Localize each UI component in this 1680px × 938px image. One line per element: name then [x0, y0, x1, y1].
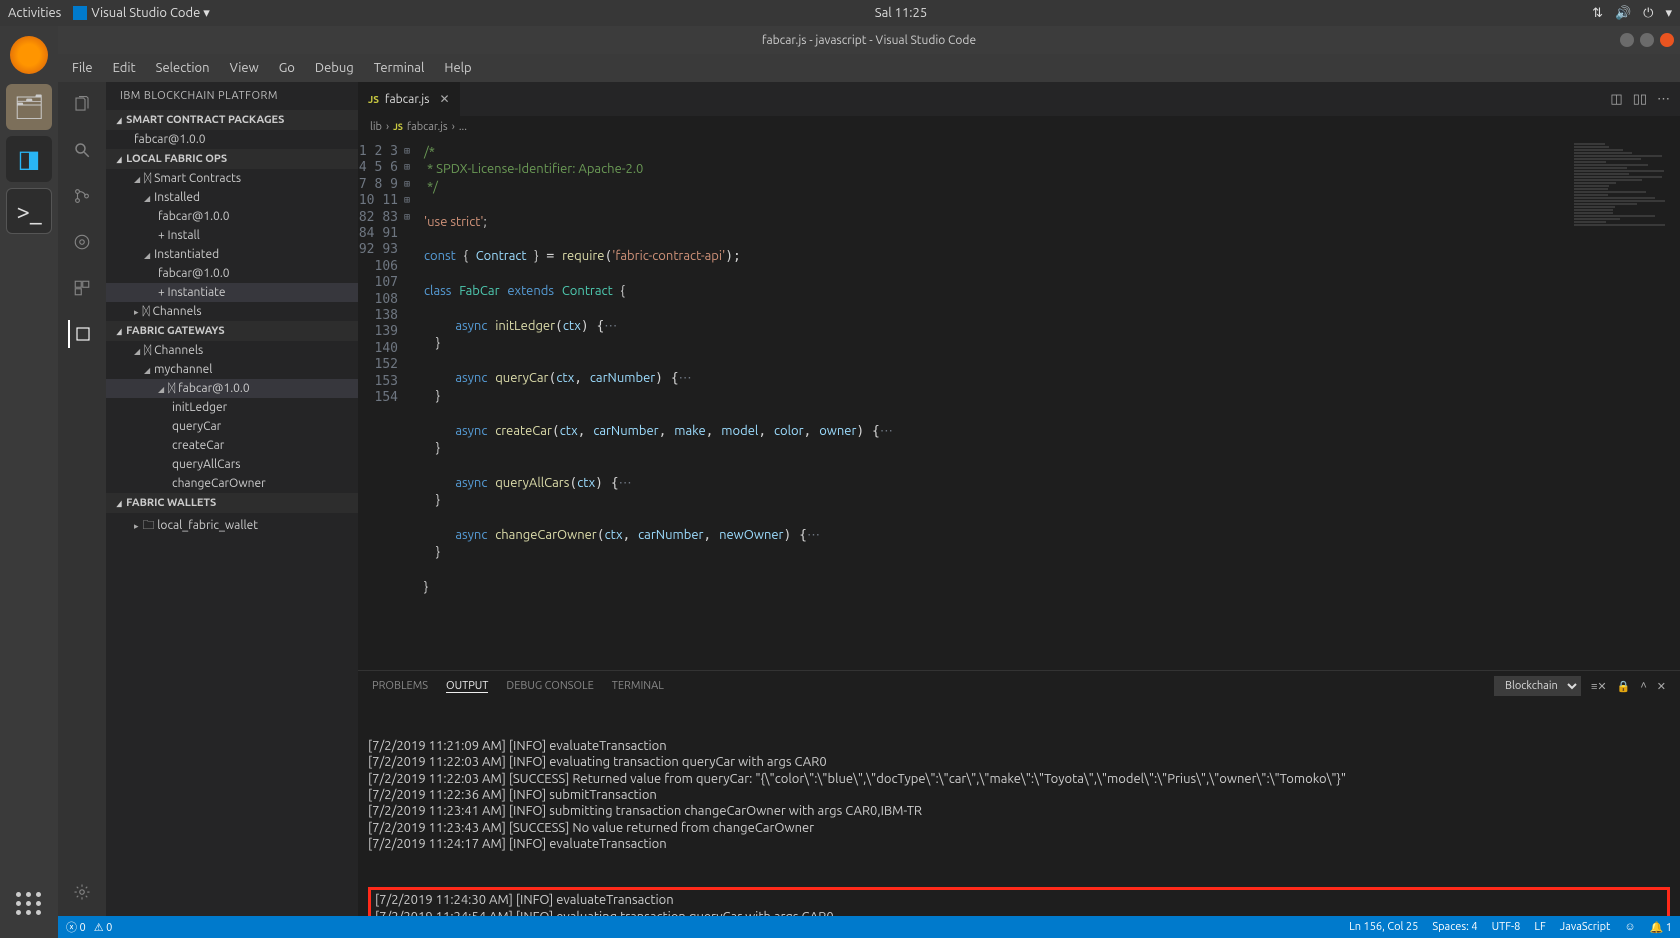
menu-file[interactable]: File [64, 58, 101, 78]
fn-changecarowner[interactable]: changeCarOwner [106, 474, 358, 493]
activities-button[interactable]: Activities [8, 6, 61, 20]
fn-queryallcars[interactable]: queryAllCars [106, 455, 358, 474]
output-content[interactable]: [7/2/2019 11:21:09 AM] [INFO] evaluateTr… [358, 701, 1680, 916]
fn-createcar[interactable]: createCar [106, 436, 358, 455]
tree-instantiated[interactable]: Instantiated [106, 245, 358, 264]
status-cursor[interactable]: Ln 156, Col 25 [1349, 921, 1418, 933]
app-grid-icon[interactable] [6, 880, 52, 926]
lock-scroll-icon[interactable]: 🔒 [1617, 680, 1631, 693]
system-clock[interactable]: Sal 11:25 [210, 6, 1592, 20]
tree-installed[interactable]: Installed [106, 188, 358, 207]
code-editor[interactable]: 1 2 3 4 5 6 7 8 9 10 11 82 83 84 91 92 9… [358, 138, 1680, 670]
tree-channels-gateway[interactable]: ᛞ Channels [106, 341, 358, 360]
ubuntu-launcher: 🗂 ◨ >_ [0, 26, 58, 938]
panel-maximize-icon[interactable]: ˄ [1640, 680, 1646, 692]
instantiate-action[interactable]: + Instantiate [106, 283, 358, 302]
output-channel-select[interactable]: Blockchain [1494, 676, 1581, 696]
tab-fabcar[interactable]: JS fabcar.js ✕ [358, 82, 461, 116]
tree-mychannel[interactable]: mychannel [106, 360, 358, 379]
vscode-titlebar: fabcar.js - javascript - Visual Studio C… [58, 26, 1680, 54]
system-top-bar: Activities Visual Studio Code ▾ Sal 11:2… [0, 0, 1680, 26]
ibm-blockchain-icon[interactable] [68, 320, 96, 348]
wallet-item[interactable]: 🗀 local_fabric_wallet [106, 513, 358, 540]
status-encoding[interactable]: UTF-8 [1492, 921, 1521, 933]
settings-gear-icon[interactable] [68, 878, 96, 906]
more-actions-icon[interactable]: ⋯ [1657, 92, 1670, 107]
extensions-icon[interactable] [68, 274, 96, 302]
status-spaces[interactable]: Spaces: 4 [1432, 921, 1477, 933]
installed-item[interactable]: fabcar@1.0.0 [106, 207, 358, 226]
menu-go[interactable]: Go [271, 58, 303, 78]
sidebar: IBM BLOCKCHAIN PLATFORM SMART CONTRACT P… [106, 82, 358, 916]
clear-output-icon[interactable]: ≡✕ [1591, 680, 1607, 693]
panel-tab-terminal[interactable]: TERMINAL [612, 680, 664, 692]
search-icon[interactable] [68, 136, 96, 164]
panel-tab-debug-console[interactable]: DEBUG CONSOLE [506, 680, 593, 692]
files-icon[interactable]: 🗂 [6, 84, 52, 130]
install-action[interactable]: + Install [106, 226, 358, 245]
breadcrumb[interactable]: lib › JS fabcar.js › ... [358, 116, 1680, 138]
layout-icon[interactable]: ▯▯ [1633, 92, 1647, 107]
js-file-icon: JS [368, 94, 379, 105]
highlighted-output: [7/2/2019 11:24:30 AM] [INFO] evaluateTr… [368, 887, 1670, 916]
window-maximize-button[interactable] [1640, 33, 1654, 47]
section-local-fabric-ops[interactable]: LOCAL FABRIC OPS [106, 149, 358, 169]
system-menu-chevron[interactable]: ▾ [1665, 6, 1672, 21]
fn-querycar[interactable]: queryCar [106, 417, 358, 436]
tree-channels-local[interactable]: ᛞ Channels [106, 302, 358, 321]
bottom-panel: PROBLEMS OUTPUT DEBUG CONSOLE TERMINAL B… [358, 670, 1680, 916]
activity-bar [58, 82, 106, 916]
fn-initledger[interactable]: initLedger [106, 398, 358, 417]
menu-help[interactable]: Help [436, 58, 479, 78]
menu-view[interactable]: View [222, 58, 267, 78]
power-icon[interactable]: ⏻ [1643, 6, 1653, 21]
section-fabric-gateways[interactable]: FABRIC GATEWAYS [106, 321, 358, 341]
menu-selection[interactable]: Selection [148, 58, 218, 78]
explorer-icon[interactable] [68, 90, 96, 118]
editor-tabs: JS fabcar.js ✕ ◫ ▯▯ ⋯ [358, 82, 1680, 116]
terminal-icon[interactable]: >_ [6, 188, 52, 234]
panel-tab-output[interactable]: OUTPUT [446, 680, 488, 693]
tab-close-icon[interactable]: ✕ [439, 92, 449, 106]
debug-icon[interactable] [68, 228, 96, 256]
status-eol[interactable]: LF [1534, 921, 1545, 933]
panel-close-icon[interactable]: ✕ [1657, 680, 1666, 693]
status-bar: ⓧ 0 ⚠ 0 Ln 156, Col 25 Spaces: 4 UTF-8 L… [58, 916, 1680, 938]
window-title: fabcar.js - javascript - Visual Studio C… [762, 34, 976, 47]
instantiated-item[interactable]: fabcar@1.0.0 [106, 264, 358, 283]
status-language[interactable]: JavaScript [1560, 921, 1611, 933]
menu-edit[interactable]: Edit [105, 58, 144, 78]
vscode-menubar: FileEditSelectionViewGoDebugTerminalHelp [58, 54, 1680, 82]
volume-icon[interactable]: 🔊 [1615, 6, 1631, 21]
package-item[interactable]: fabcar@1.0.0 [106, 130, 358, 149]
window-close-button[interactable] [1660, 33, 1674, 47]
status-feedback-icon[interactable]: ☺ [1624, 921, 1635, 933]
source-control-icon[interactable] [68, 182, 96, 210]
firefox-icon[interactable] [6, 32, 52, 78]
tree-fabcar[interactable]: ᛞ fabcar@1.0.0 [106, 379, 358, 398]
vscode-window: fabcar.js - javascript - Visual Studio C… [58, 26, 1680, 938]
menu-debug[interactable]: Debug [307, 58, 362, 78]
window-minimize-button[interactable] [1620, 33, 1634, 47]
status-warnings[interactable]: ⚠ 0 [94, 921, 113, 934]
editor-area: JS fabcar.js ✕ ◫ ▯▯ ⋯ lib › JS fabcar.js… [358, 82, 1680, 916]
status-notifications-icon[interactable]: 🔔 1 [1650, 921, 1672, 934]
section-fabric-wallets[interactable]: FABRIC WALLETS [106, 493, 358, 513]
minimap[interactable] [1570, 138, 1680, 670]
tab-label: fabcar.js [385, 93, 430, 106]
app-indicator[interactable]: Visual Studio Code ▾ [73, 6, 210, 21]
vscode-icon[interactable]: ◨ [6, 136, 52, 182]
sidebar-title: IBM BLOCKCHAIN PLATFORM [106, 82, 358, 110]
panel-tab-problems[interactable]: PROBLEMS [372, 680, 428, 692]
status-errors[interactable]: ⓧ 0 [66, 919, 86, 935]
section-smart-contract-packages[interactable]: SMART CONTRACT PACKAGES [106, 110, 358, 130]
menu-terminal[interactable]: Terminal [366, 58, 433, 78]
split-editor-icon[interactable]: ◫ [1610, 92, 1622, 107]
network-icon[interactable]: ⇅ [1592, 6, 1603, 21]
tree-smart-contracts[interactable]: ᛞ Smart Contracts [106, 169, 358, 188]
